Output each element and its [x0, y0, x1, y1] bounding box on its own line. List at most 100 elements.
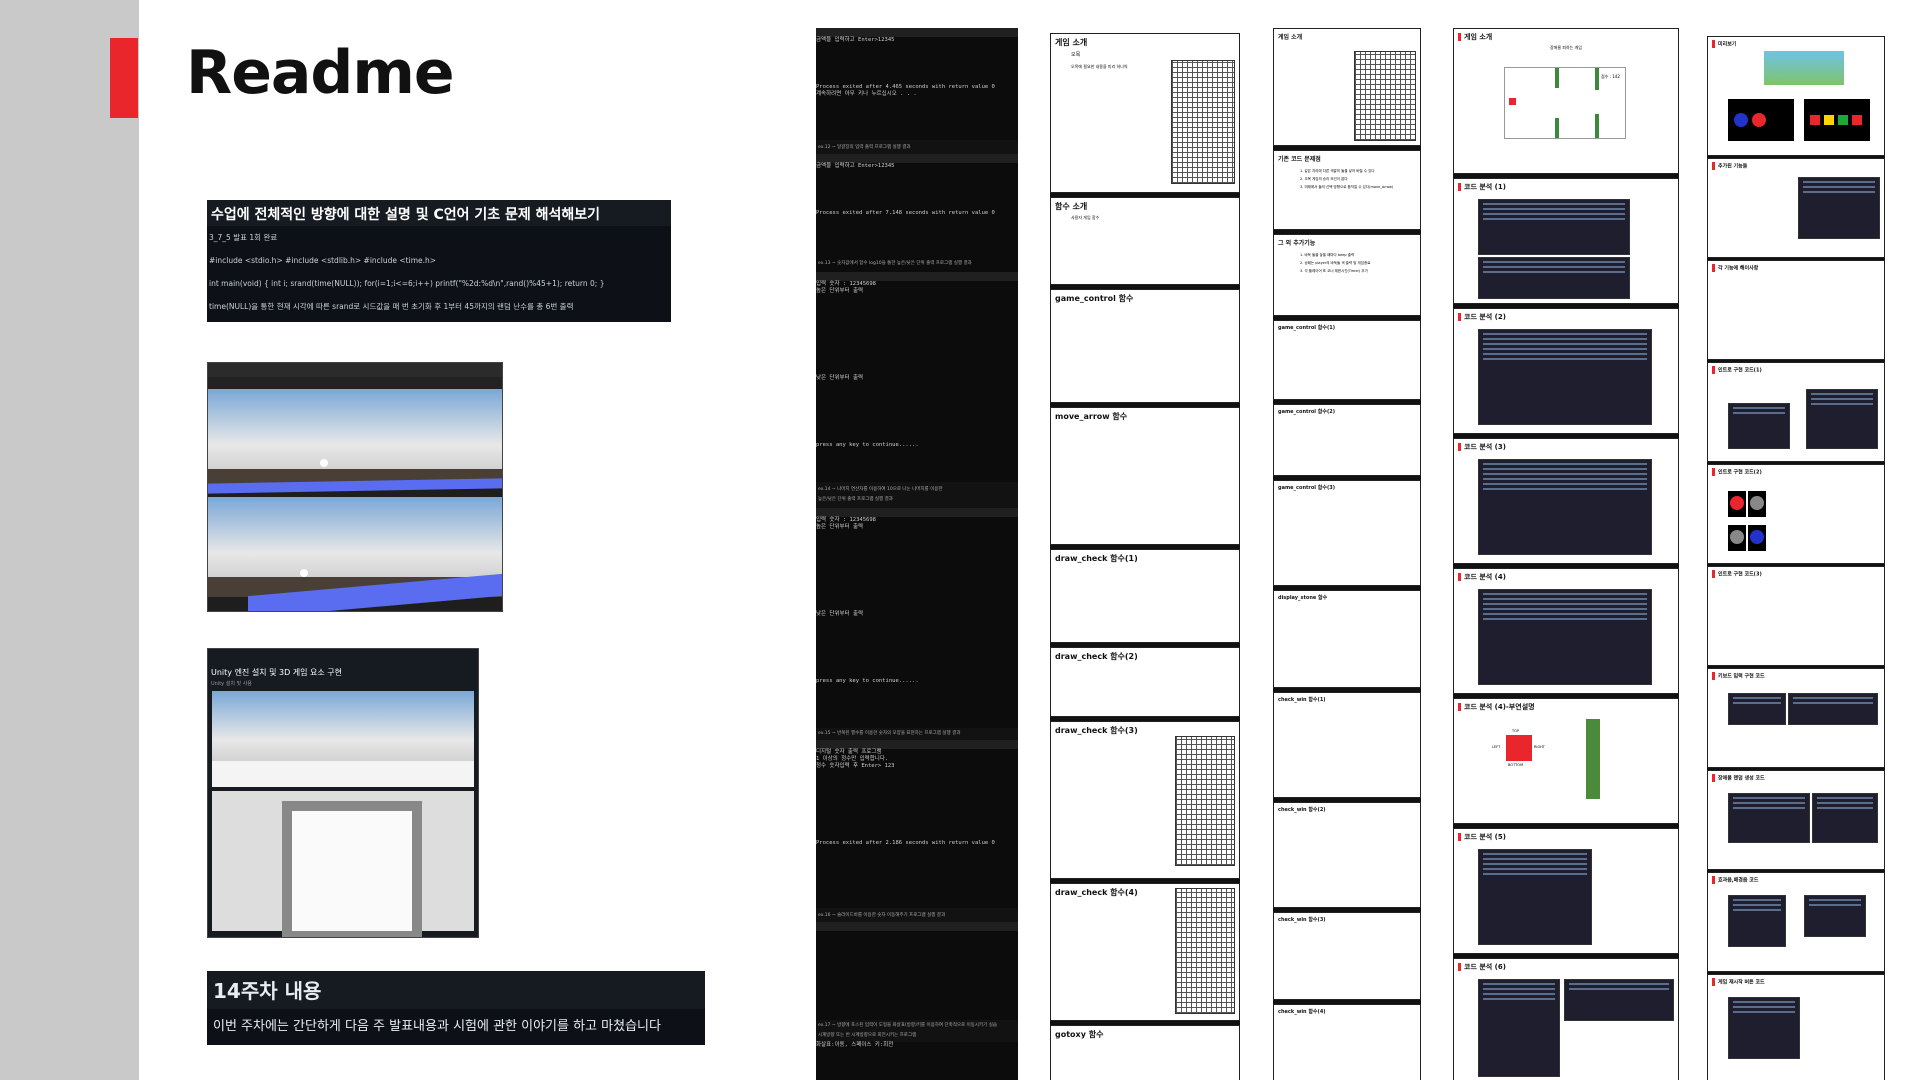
terminal-line: 정수 숫자입력 후 Enter> 123 [816, 763, 895, 769]
slide-title: 미리보기 [1718, 41, 1737, 48]
ball-icon [300, 569, 308, 577]
terminal-line: 화살표:이동, 스페이스 키:회전 [816, 1042, 894, 1048]
player-block [1509, 98, 1516, 105]
slide: 함수 소개 사용자 게임 함수 [1050, 197, 1240, 285]
slide-title: game_control 함수(1) [1278, 325, 1336, 331]
slide-title: 코드 분석 (1) [1464, 183, 1506, 191]
card-spacer [208, 649, 478, 665]
square-icon [1838, 115, 1848, 125]
slide-title: 함수 소개 [1055, 202, 1088, 211]
terminal-line: 높은 단위부터 출력 [816, 288, 864, 294]
terminal-line: 계속하려면 아무 키나 누르십시오 . . . [816, 91, 917, 97]
slide-title: 각 기능에 해이사항 [1718, 265, 1759, 272]
title-marker [1712, 264, 1715, 272]
preview-image [1804, 99, 1870, 141]
slide-title: display_stone 함수 [1278, 595, 1328, 601]
column-game-analysis-slides: 게임 소개 장애물 피하는 게임 점수 : 142 코드 분석 (1) 코드 분… [1453, 28, 1679, 1080]
slide: game_control 함수(2) [1273, 404, 1421, 476]
slide: 코드 분석 (6) [1453, 958, 1679, 1080]
slide: 코드 분석 (2) [1453, 308, 1679, 434]
board-grid [1175, 888, 1235, 1014]
card-subtext: Unity 설치 및 사용 [211, 681, 252, 687]
slide-title: 인트로 구현 코드(2) [1718, 469, 1762, 476]
obstacle [1595, 68, 1599, 90]
caption: ex.12 ~ 달걀장의 입력 출력 프로그램 실행 결과 [818, 145, 911, 150]
caption: ex.17 ~ 방향에 포스된 입력이 도형을 화살표(방향)키를 이용하여 단… [818, 1023, 997, 1028]
title-marker [1712, 876, 1715, 884]
terminal-spacer [816, 618, 1018, 678]
column-omok-slides: 게임 소개 오목 오목에 필요한 내용을 미리 하나씩 함수 소개 사용자 게임… [1050, 33, 1240, 1080]
board-grid [1171, 60, 1235, 184]
unity-install-card: Unity 엔진 설치 및 3D 게임 요소 구현 Unity 설치 및 사용 [207, 648, 479, 938]
image-thumb [1748, 525, 1766, 551]
scene-box [212, 791, 474, 937]
title-marker [1458, 443, 1461, 451]
title-accent-bar [110, 38, 138, 118]
card-heading: Unity 엔진 설치 및 3D 게임 요소 구현 [211, 668, 343, 677]
slide: 인트로 구현 코드(2) [1707, 464, 1885, 564]
slide-title: 기존 코드 문제점 [1278, 156, 1321, 163]
title-marker [1712, 468, 1715, 476]
column-omok-improve-slides: 게임 소개 기존 코드 문제점 1. 같은 자리에 다른 색깔의 돌을 넣어 버… [1273, 28, 1421, 1080]
score-text: 점수 : 142 [1601, 74, 1620, 79]
scene-sky [212, 691, 474, 761]
terminal-line: 금액을 입력하고 Enter>12345 [816, 163, 895, 169]
slide: game_control 함수(3) [1273, 480, 1421, 586]
slide: draw_check 함수(3) [1050, 721, 1240, 879]
slide-text: 사용자 게임 함수 [1071, 215, 1100, 220]
slide: 효과음,배경음 코드 [1707, 872, 1885, 972]
slide-text: 장애물 피하는 게임 [1550, 45, 1582, 50]
title-marker [1712, 774, 1715, 782]
card-heading: 14주차 내용 [207, 971, 705, 1009]
slide-title: check_win 함수(1) [1278, 697, 1326, 703]
terminal-titlebar [816, 28, 1018, 37]
slide: 게임 소개 장애물 피하는 게임 점수 : 142 [1453, 28, 1679, 174]
terminal-line: 낮은 단위부터 출력 [816, 375, 864, 381]
slide: 코드 분석 (1) [1453, 178, 1679, 304]
slide: 미리보기 [1707, 36, 1885, 156]
title-marker [1458, 33, 1461, 41]
slide-title: 코드 분석 (6) [1464, 963, 1506, 971]
slide: check_win 함수(2) [1273, 802, 1421, 908]
terminal-titlebar [816, 272, 1018, 281]
slide: game_control 함수(1) [1273, 320, 1421, 400]
slide-title: 추가된 기능들 [1718, 163, 1748, 170]
slide-point: 2. 오목 게임의 승리 조건이 없다 [1300, 177, 1348, 181]
code-block [1564, 979, 1674, 1021]
image-thumb [1728, 525, 1746, 551]
square-icon [1824, 115, 1834, 125]
slide-title: 게임 소개 [1464, 33, 1493, 41]
obstacle [1595, 114, 1599, 138]
slide: 인트로 구현 코드(1) [1707, 362, 1885, 462]
terminal-line: press any key to continue...... [816, 442, 919, 448]
terminal-titlebar [816, 922, 1018, 931]
column-feature-slides: 미리보기 추가된 기능들 각 기능에 해이사항 인트로 구현 코드(1) 인트로… [1707, 36, 1885, 1080]
terminal-window: 입력 숫자 : 12345698 높은 단위부터 출력 낮은 단위부터 출력 p… [816, 508, 1018, 728]
image-thumb [1728, 491, 1746, 517]
caption: ex.15 ~ 반복된 행수를 이용한 숫자의 모양을 표현하는 프로그램 실행… [818, 731, 961, 736]
slide: draw_check 함수(2) [1050, 647, 1240, 717]
title-marker [1712, 978, 1715, 986]
code-block [1804, 895, 1866, 937]
title-marker [1712, 672, 1715, 680]
readme-card-intro: 수업에 전체적인 방향에 대한 설명 및 C언어 기초 문제 해석해보기 3_7… [207, 200, 671, 322]
title-marker [1712, 366, 1715, 374]
caption: ex.13 ~ 숫자값에서 함수 log10을 통한 높은/낮은 단위 출력 프… [818, 261, 972, 266]
terminal-spacer [816, 170, 1018, 210]
caption: 시계방향 또는 반 시계방향으로 회전시키는 프로그램 [818, 1033, 917, 1038]
slide: 게임 재시작 버튼 코드 [1707, 974, 1885, 1080]
preview-image [1764, 51, 1844, 85]
slide: 코드 분석 (3) [1453, 438, 1679, 564]
title-marker [1712, 40, 1715, 48]
slide-title: 게임 소개 [1055, 38, 1088, 47]
title-marker [1712, 570, 1715, 578]
slide-title: draw_check 함수(2) [1055, 652, 1138, 661]
label-bottom: BOTTOM [1508, 763, 1524, 767]
slide-title: 코드 분석 (2) [1464, 313, 1506, 321]
game-preview: 점수 : 142 [1504, 67, 1626, 139]
terminal-line: Process exited after 2.186 seconds with … [816, 840, 995, 846]
slide: check_win 함수(4) [1273, 1004, 1421, 1080]
slide-point: 1. 바둑 돌을 놓을 때마다 beep 출력 [1300, 253, 1355, 257]
card-body: 이번 주차에는 간단하게 다음 주 발표내용과 시험에 관한 이야기를 하고 마… [213, 1019, 661, 1034]
slide: 게임 소개 [1273, 28, 1421, 146]
